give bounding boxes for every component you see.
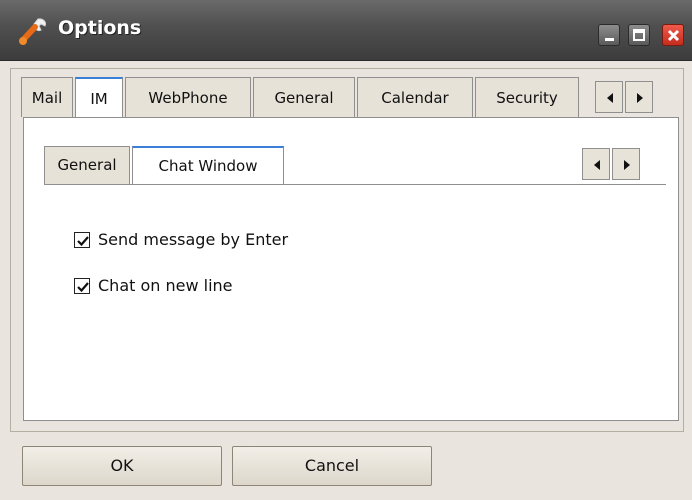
tab-mail[interactable]: Mail: [21, 77, 73, 117]
tabs-scroll-right-button[interactable]: [625, 81, 653, 113]
options-content: Mail IM WebPhone General Calendar Securi…: [10, 68, 684, 432]
window-title: Options: [58, 17, 142, 39]
title-bar[interactable]: Options: [0, 0, 692, 61]
tab-security[interactable]: Security: [475, 77, 579, 117]
subtabs-scroll-left-button[interactable]: [582, 148, 610, 180]
minimize-button[interactable]: [598, 24, 620, 46]
tab-calendar[interactable]: Calendar: [357, 77, 473, 117]
im-tab-panel: General Chat Window Send message by Ente…: [23, 117, 679, 421]
tab-general[interactable]: General: [253, 77, 355, 117]
maximize-button[interactable]: [628, 24, 650, 46]
tab-im[interactable]: IM: [75, 77, 123, 118]
chat-new-line-checkbox[interactable]: [74, 278, 90, 294]
tabs-scroll-left-button[interactable]: [595, 81, 623, 113]
wrench-icon: [18, 16, 48, 48]
send-by-enter-checkbox[interactable]: [74, 232, 90, 248]
cancel-button[interactable]: Cancel: [232, 446, 432, 486]
send-by-enter-label: Send message by Enter: [98, 230, 289, 249]
chat-new-line-label: Chat on new line: [98, 276, 233, 295]
subtab-general[interactable]: General: [44, 146, 130, 184]
close-button[interactable]: [662, 24, 684, 46]
options-dialog: Options Mail IM WebPhone General Calenda…: [0, 0, 692, 500]
subtabs-scroll-right-button[interactable]: [612, 148, 640, 180]
subtab-chat-window[interactable]: Chat Window: [132, 146, 284, 185]
subtab-divider: [44, 184, 666, 185]
ok-button[interactable]: OK: [22, 446, 222, 486]
tab-webphone[interactable]: WebPhone: [125, 77, 251, 117]
